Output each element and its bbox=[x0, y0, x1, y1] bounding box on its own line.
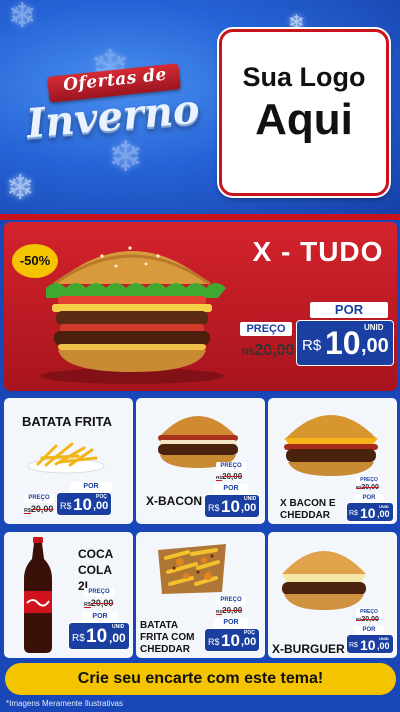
logo-text-line2: Aqui bbox=[255, 95, 353, 144]
price-tag: PREÇO R$20,00 POR R$ 10 ,00 POÇ bbox=[202, 596, 264, 658]
fries-image bbox=[27, 442, 105, 474]
price-value: R$ 10 ,00 POÇ bbox=[204, 628, 260, 652]
preco-label: PREÇO bbox=[24, 494, 54, 503]
product-name: COCA COLA 2L bbox=[78, 547, 113, 593]
price-tag: PREÇO R$20,00 POR R$ 10 ,00 UNID bbox=[346, 476, 396, 524]
price-value: R$ 10 ,00 UNID bbox=[296, 320, 394, 366]
preco-label: PREÇO bbox=[216, 462, 246, 471]
old-price: R$20,00 bbox=[356, 616, 379, 623]
old-price: R$20,00 bbox=[356, 484, 379, 491]
header-banner: ❄ ❄ ❄ ❄ ❄ Ofertas de Inverno Sua Logo Aq… bbox=[0, 0, 400, 215]
product-name: X BACON E CHEDDAR bbox=[280, 498, 336, 521]
burger-image bbox=[40, 246, 226, 384]
old-price: R$20,00 bbox=[24, 504, 54, 514]
product-card[interactable]: COCA COLA 2L PREÇO R$20,00 POR R$ 10 ,00… bbox=[4, 532, 133, 658]
logo-placeholder[interactable]: Sua Logo Aqui bbox=[219, 29, 389, 196]
cheddar-fries-image bbox=[158, 544, 226, 594]
product-name: BATATA FRITA bbox=[22, 414, 113, 429]
product-name: BATATA FRITA COM CHEDDAR bbox=[140, 620, 195, 655]
por-label: POR bbox=[310, 302, 388, 318]
product-name: X-BURGUER bbox=[272, 642, 345, 656]
old-price: R$20,00 bbox=[242, 342, 295, 359]
preco-label: PREÇO bbox=[216, 596, 246, 605]
preco-label: PREÇO bbox=[356, 476, 382, 484]
featured-price-tag: PREÇO R$20,00 POR R$ 10 ,00 UNID bbox=[236, 300, 396, 386]
old-price: R$20,00 bbox=[216, 606, 243, 615]
por-label: POR bbox=[354, 626, 384, 634]
product-card[interactable]: X-BURGUER PREÇO R$20,00 POR R$ 10 ,00 UN… bbox=[268, 532, 397, 658]
price-tag: PREÇO R$20,00 POR R$ 10 ,00 POÇ bbox=[22, 482, 130, 520]
snowflake-icon: ❄ bbox=[6, 169, 35, 207]
product-card[interactable]: X-BACON PREÇO R$20,00 POR R$ 10 ,00 UNID bbox=[136, 398, 265, 524]
price-tag: PREÇO R$20,00 POR R$ 10 ,00 UNID bbox=[66, 588, 132, 654]
preco-label: PREÇO bbox=[84, 588, 114, 597]
promo-title-main: Inverno bbox=[24, 85, 202, 148]
price-value: R$ 10 ,00 UNID bbox=[204, 494, 260, 518]
price-tag: PREÇO R$20,00 POR R$ 10 ,00 UNID bbox=[202, 462, 264, 524]
featured-product-name: X - TUDO bbox=[252, 236, 384, 267]
cta-banner[interactable]: Crie seu encarte com este tema! bbox=[5, 663, 396, 695]
old-price: R$20,00 bbox=[84, 598, 114, 608]
por-label: POR bbox=[82, 612, 118, 622]
product-card[interactable]: X BACON E CHEDDAR PREÇO R$20,00 POR R$ 1… bbox=[268, 398, 397, 524]
burger-image bbox=[284, 415, 378, 476]
price-value: R$ 10 ,00 UNID bbox=[68, 622, 130, 650]
por-label: POR bbox=[214, 618, 248, 628]
product-card[interactable]: BATATA FRITA COM CHEDDAR PREÇO R$20,00 P… bbox=[136, 532, 265, 658]
preco-label: PREÇO bbox=[356, 608, 382, 616]
snowflake-icon: ❄ bbox=[8, 0, 37, 35]
coca-cola-bottle-image bbox=[24, 537, 52, 653]
discount-badge: -50% bbox=[12, 244, 58, 278]
logo-text-line1: Sua Logo bbox=[242, 62, 366, 92]
product-card[interactable]: BATATA FRITA PREÇO R$20,00 POR R$ 10 ,00… bbox=[4, 398, 133, 524]
product-name: X-BACON bbox=[146, 494, 202, 508]
price-tag: PREÇO R$20,00 POR R$ 10 ,00 UNID bbox=[346, 608, 396, 656]
disclaimer-note: *Imagens Meramente Ilustrativas bbox=[6, 699, 123, 708]
burger-image bbox=[282, 551, 366, 610]
por-label: POR bbox=[70, 482, 112, 492]
price-value: R$ 10 ,00 POÇ bbox=[56, 492, 112, 516]
por-label: POR bbox=[214, 484, 248, 494]
old-price: R$20,00 bbox=[216, 472, 243, 481]
header-divider bbox=[0, 214, 400, 220]
price-value: R$ 10 ,00 UNID bbox=[346, 634, 394, 654]
price-value: R$ 10 ,00 UNID bbox=[346, 502, 394, 522]
preco-label: PREÇO bbox=[240, 322, 292, 336]
featured-product-card[interactable]: -50% X - TUDO PREÇO R$20,00 POR R$ 10 ,0… bbox=[4, 222, 397, 391]
por-label: POR bbox=[354, 494, 384, 502]
